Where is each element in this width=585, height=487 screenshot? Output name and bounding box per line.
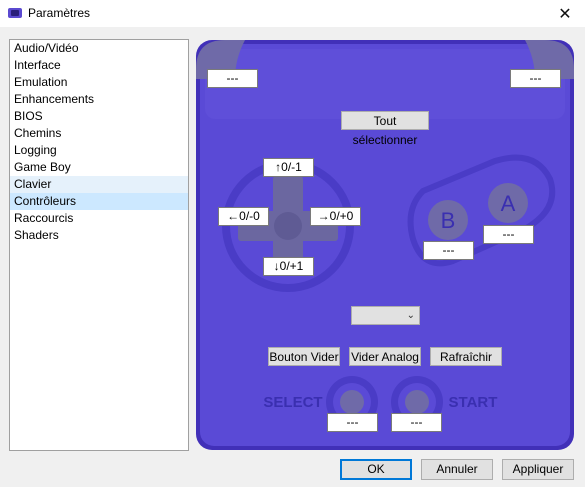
button-b-glyph: B — [441, 208, 456, 233]
start-button-shape — [405, 390, 429, 414]
controller-profile-dropdown[interactable]: ⌄ — [351, 306, 420, 325]
sidebar-item-audio-video[interactable]: Audio/Vidéo — [10, 40, 188, 57]
select-binding[interactable]: --- — [327, 413, 378, 432]
refresh-button[interactable]: Rafraîchir — [430, 347, 502, 366]
app-logo-icon — [8, 8, 22, 18]
sidebar-item-shortcuts[interactable]: Raccourcis — [10, 210, 188, 227]
apply-button[interactable]: Appliquer — [502, 459, 574, 480]
window-title: Paramètres — [28, 6, 91, 20]
gba-controller-illustration: A B SELECT START — [196, 40, 574, 450]
chevron-down-icon: ⌄ — [406, 310, 415, 321]
sidebar-item-game-boy[interactable]: Game Boy — [10, 159, 188, 176]
button-a-glyph: A — [501, 191, 516, 216]
dpad-up-binding[interactable]: ↑0/-1 — [263, 158, 314, 177]
select-button-shape — [340, 390, 364, 414]
select-caption: SELECT — [263, 394, 322, 411]
select-all-button[interactable]: Tout sélectionner — [341, 111, 429, 147]
title-bar: Paramètres ✕ — [0, 0, 585, 27]
shoulder-r-binding[interactable]: --- — [510, 69, 561, 88]
dpad-down-binding[interactable]: ↓0/+1 — [263, 257, 314, 276]
button-b-binding[interactable]: --- — [423, 241, 474, 260]
dpad-left-binding[interactable]: ←0/-0 — [218, 207, 269, 226]
sidebar-item-logging[interactable]: Logging — [10, 142, 188, 159]
start-binding[interactable]: --- — [391, 413, 442, 432]
settings-category-list[interactable]: Audio/Vidéo Interface Emulation Enhancem… — [9, 39, 189, 451]
clear-analog-button[interactable]: Vider Analog — [349, 347, 421, 366]
cancel-button[interactable]: Annuler — [421, 459, 493, 480]
ok-button[interactable]: OK — [340, 459, 412, 480]
dpad-right-binding[interactable]: →0/+0 — [310, 207, 361, 226]
sidebar-item-enhancements[interactable]: Enhancements — [10, 91, 188, 108]
sidebar-item-shaders[interactable]: Shaders — [10, 227, 188, 244]
sidebar-item-paths[interactable]: Chemins — [10, 125, 188, 142]
sidebar-item-interface[interactable]: Interface — [10, 57, 188, 74]
button-a-binding[interactable]: --- — [483, 225, 534, 244]
shoulder-l-binding[interactable]: --- — [207, 69, 258, 88]
close-icon: ✕ — [558, 5, 572, 23]
start-caption: START — [449, 394, 498, 411]
sidebar-item-keyboard[interactable]: Clavier — [10, 176, 188, 193]
sidebar-item-bios[interactable]: BIOS — [10, 108, 188, 125]
sidebar-item-emulation[interactable]: Emulation — [10, 74, 188, 91]
clear-buttons-button[interactable]: Bouton Vider — [268, 347, 340, 366]
sidebar-item-controllers[interactable]: Contrôleurs — [10, 193, 188, 210]
close-button[interactable]: ✕ — [545, 0, 585, 27]
